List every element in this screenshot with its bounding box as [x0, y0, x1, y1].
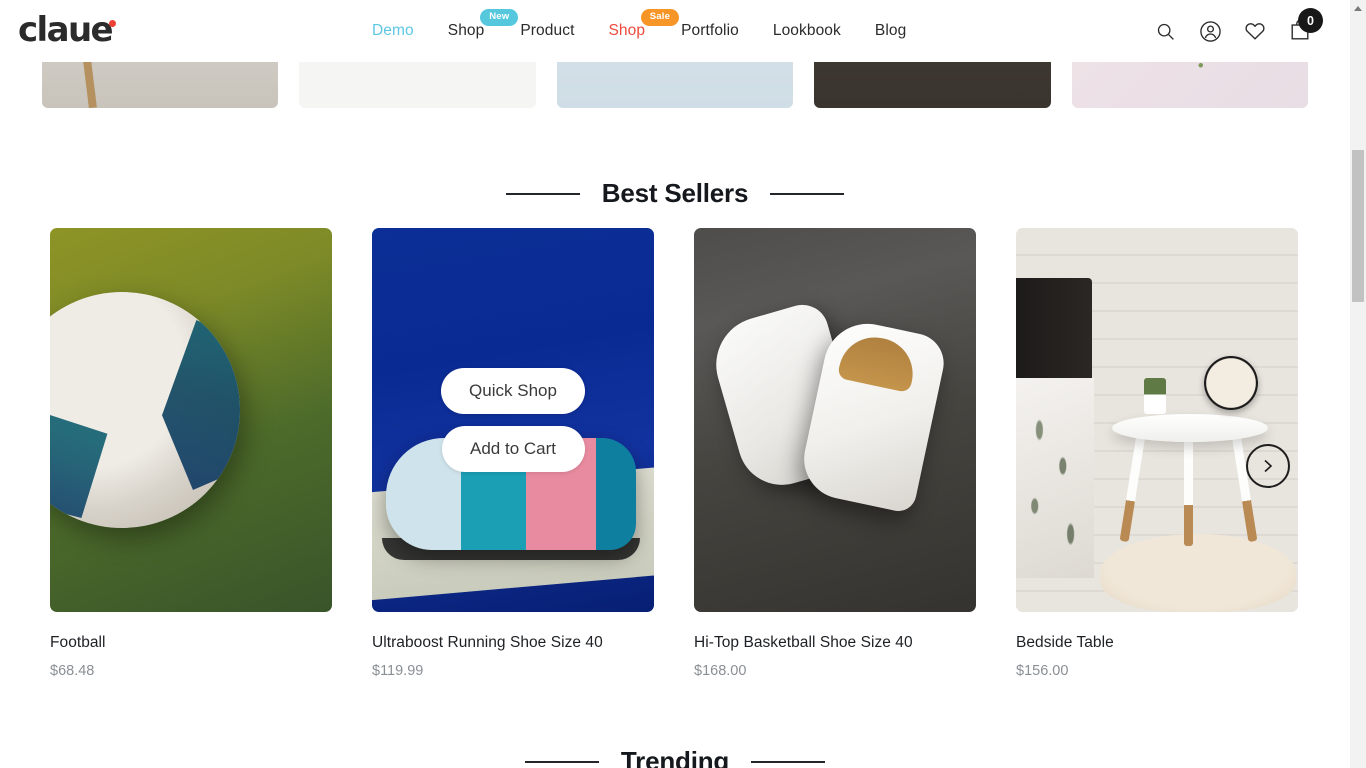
football-ball-shape — [50, 292, 240, 528]
scrollbar-thumb[interactable] — [1352, 150, 1364, 302]
site-logo[interactable]: claue — [18, 10, 117, 50]
nav-label-portfolio: Portfolio — [681, 22, 739, 39]
heading-rule-left — [524, 760, 599, 763]
cart-icon[interactable]: 0 — [1288, 8, 1323, 43]
badge-new: New — [480, 9, 519, 26]
nav-label-blog: Blog — [874, 22, 907, 39]
heading-rule-left — [505, 192, 580, 195]
nav-item-portfolio[interactable]: Portfolio — [681, 22, 739, 40]
best-sellers-title: Best Sellers — [601, 178, 749, 208]
add-to-cart-button[interactable]: Add to Cart — [441, 426, 585, 472]
alarm-clock-shape — [1204, 356, 1258, 410]
site-logo-text: claue — [18, 10, 114, 50]
nav-label-shop-new: Shop — [447, 22, 485, 39]
rug-shape — [1100, 534, 1296, 612]
chevron-right-icon — [1264, 459, 1273, 473]
product-price: $119.99 — [372, 663, 424, 679]
nav-label-demo: Demo — [372, 22, 414, 39]
table-top-shape — [1112, 414, 1268, 442]
product-title[interactable]: Hi-Top Basketball Shoe Size 40 — [694, 634, 976, 652]
heart-icon[interactable] — [1243, 19, 1267, 43]
bedding-shape — [1016, 378, 1094, 578]
best-sellers-product-grid: Football $68.48 Quick Shop Add to Cart U… — [0, 228, 1350, 679]
account-icon[interactable] — [1198, 19, 1222, 43]
product-title[interactable]: Ultraboost Running Shoe Size 40 — [372, 634, 654, 652]
section-heading-best-sellers: Best Sellers — [0, 178, 1350, 209]
product-image-bedside-table[interactable] — [1016, 228, 1298, 612]
product-price: $156.00 — [1016, 663, 1069, 679]
badge-sale: Sale — [640, 9, 680, 26]
header-icon-group: 0 — [1153, 0, 1323, 62]
nav-item-shop-new[interactable]: Shop New — [447, 9, 519, 40]
heading-rule-right — [770, 192, 845, 195]
heading-rule-right — [751, 760, 826, 763]
quick-shop-button[interactable]: Quick Shop — [441, 368, 585, 414]
page-root: claue Demo Shop New Product Shop Sale Po… — [0, 0, 1366, 768]
nav-item-shop-sale[interactable]: Shop Sale — [608, 9, 680, 40]
trending-title: Trending — [620, 746, 730, 768]
nav-label-shop-sale: Shop — [608, 22, 646, 39]
nav-label-lookbook: Lookbook — [772, 22, 841, 39]
nav-item-demo[interactable]: Demo — [372, 22, 414, 40]
table-leg-shape — [1184, 438, 1193, 546]
logo-dot-icon — [109, 20, 117, 27]
product-image-football[interactable] — [50, 228, 332, 612]
section-heading-trending: Trending — [0, 746, 1350, 768]
main-navigation: Demo Shop New Product Shop Sale Portfoli… — [372, 0, 906, 62]
nav-item-product[interactable]: Product — [520, 22, 574, 40]
scroll-up-arrow-icon — [1354, 6, 1362, 11]
product-card: Football $68.48 — [50, 228, 332, 679]
vertical-scrollbar[interactable] — [1350, 0, 1366, 768]
product-title[interactable]: Football — [50, 634, 332, 652]
product-price: $168.00 — [694, 663, 747, 679]
potted-plant-shape — [1144, 378, 1166, 414]
product-card: Quick Shop Add to Cart Ultraboost Runnin… — [372, 228, 654, 679]
search-icon[interactable] — [1153, 19, 1177, 43]
carousel-next-button[interactable] — [1246, 444, 1290, 488]
scroll-up-arrow[interactable] — [1350, 0, 1366, 17]
nav-label-product: Product — [520, 22, 575, 39]
product-hover-overlay: Quick Shop Add to Cart — [372, 228, 654, 612]
cart-count-badge: 0 — [1298, 8, 1323, 33]
product-image-ultraboost[interactable]: Quick Shop Add to Cart — [372, 228, 654, 612]
product-price: $68.48 — [50, 663, 95, 679]
site-header: claue Demo Shop New Product Shop Sale Po… — [0, 0, 1350, 62]
nav-item-lookbook[interactable]: Lookbook — [773, 22, 841, 40]
nav-item-blog[interactable]: Blog — [875, 22, 906, 40]
product-title[interactable]: Bedside Table — [1016, 634, 1298, 652]
product-card: Hi-Top Basketball Shoe Size 40 $168.00 — [694, 228, 976, 679]
product-image-hitop[interactable] — [694, 228, 976, 612]
